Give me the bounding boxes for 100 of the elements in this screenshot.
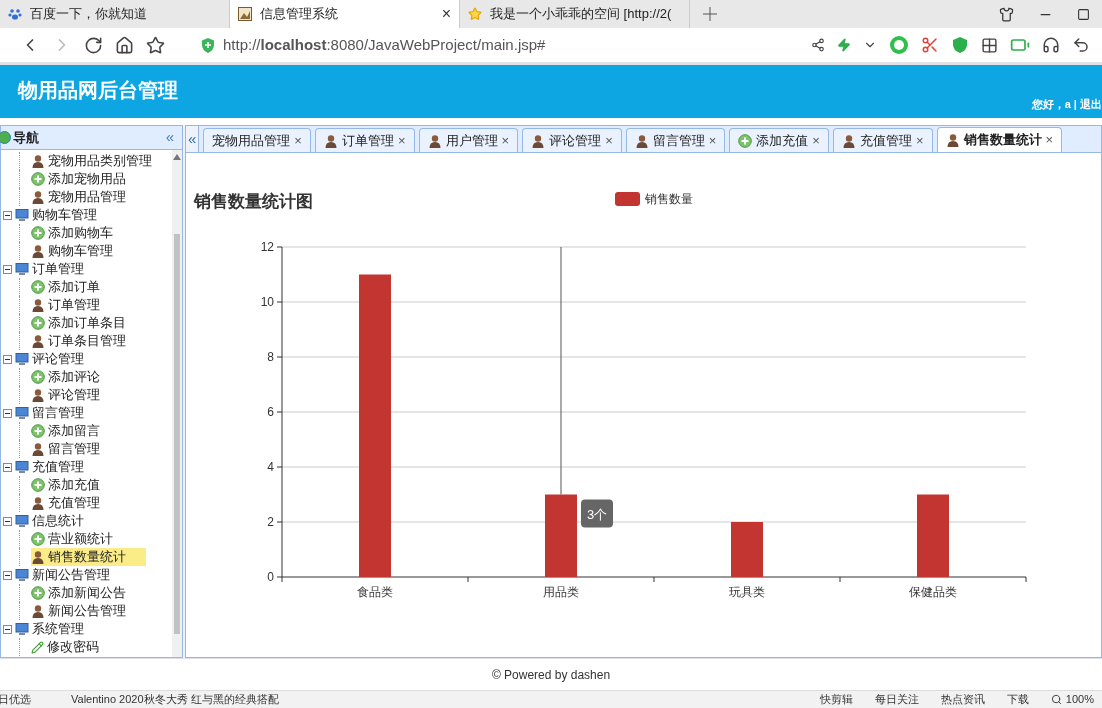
close-icon[interactable]: × [812,130,820,151]
tree-group-label: 新闻公告管理 [32,566,110,585]
tree-group-label: 购物车管理 [32,206,97,225]
tree-item[interactable]: 添加新闻公告 [31,584,146,602]
close-icon[interactable]: × [915,130,924,151]
close-icon[interactable]: × [294,130,302,151]
status-link[interactable]: 快剪辑 [819,691,853,708]
collapse-icon[interactable]: « [165,126,174,149]
tree-item[interactable]: 订单管理 [31,296,120,314]
collapse-toggle-icon[interactable] [3,408,12,418]
paw-icon [8,7,22,21]
tree-item[interactable]: 添加订单 [31,278,120,296]
share-icon[interactable] [811,38,825,52]
status-link[interactable]: 日优选 [0,691,31,708]
bookmark-icon[interactable] [146,35,165,55]
browser-tab[interactable]: 信息管理系统 × [230,0,460,28]
tree-item[interactable]: 营业额统计 [31,530,133,548]
apps-icon[interactable] [981,36,998,54]
nav-title: 导航 [13,128,39,147]
x-tick-label: 食品类 [357,585,393,599]
maximize-icon[interactable] [1077,7,1090,21]
tooltip: 3个 [581,499,613,528]
person-icon [841,133,856,148]
tab[interactable]: 充值管理 × [832,128,933,152]
tree-group[interactable]: 信息统计 [1,512,172,530]
zoom-icon [1050,694,1062,705]
collapse-toggle-icon[interactable] [3,354,12,364]
scroll-left-icon[interactable]: « [186,126,200,152]
tab[interactable]: 用户管理 × [418,128,519,152]
scissors-icon[interactable] [921,36,939,54]
reload-icon[interactable] [84,35,103,55]
tree-item[interactable]: 新闻公告管理 [31,602,146,620]
tree-item[interactable]: 留言管理 [31,440,120,458]
person-icon [31,244,45,258]
tree-item[interactable]: 添加宠物用品 [31,170,146,188]
scroll-up-icon[interactable] [173,154,181,160]
tree-group-label: 充值管理 [32,458,84,477]
tree-item[interactable]: 宠物用品管理 [31,188,146,206]
tree-group[interactable]: 留言管理 [1,404,172,422]
y-tick-label: 10 [260,295,274,309]
star-icon [468,7,482,21]
tree-item[interactable]: 添加订单条目 [31,314,146,332]
zoom-level[interactable]: 100% [1065,691,1094,708]
close-icon[interactable]: × [441,2,451,26]
monitor-icon [15,568,29,582]
tree-group[interactable]: 系统管理 [1,620,172,638]
tree-item[interactable]: 添加留言 [31,422,120,440]
tab[interactable]: 订单管理 × [314,128,415,152]
skin-icon[interactable] [999,6,1014,22]
bar [731,522,763,577]
y-tick-label: 0 [267,570,274,584]
tree-group[interactable]: 新闻公告管理 [1,566,172,584]
tab[interactable]: 销售数量统计 × [936,127,1063,152]
collapse-toggle-icon[interactable] [3,570,12,580]
close-icon[interactable]: × [501,130,510,151]
tree-group[interactable]: 评论管理 [1,350,172,368]
x-tick-label: 用品类 [543,585,579,599]
tree-group[interactable]: 订单管理 [1,260,172,278]
status-link[interactable]: 每日关注 [874,691,919,708]
undo-icon[interactable] [1072,36,1090,54]
close-icon[interactable]: × [397,130,406,151]
close-icon[interactable]: × [1045,130,1054,150]
tree-item[interactable]: 修改密码 [31,638,119,656]
tree-item[interactable]: 销售数量统计 [31,548,146,566]
collapse-toggle-icon[interactable] [3,264,12,274]
tab[interactable]: 评论管理 × [522,128,622,152]
tab[interactable]: 添加充值 × [729,128,829,152]
tab[interactable]: 留言管理 × [625,128,726,152]
tree-item[interactable]: 评论管理 [31,386,120,404]
collapse-toggle-icon[interactable] [3,516,12,526]
chart-title: 销售数量统计图 [194,192,313,211]
tree-item[interactable]: 添加购物车 [31,224,133,242]
scrollbar[interactable] [172,150,182,657]
tree-item[interactable]: 添加充值 [31,476,120,494]
headphones-icon[interactable] [1042,36,1060,54]
y-tick-label: 8 [267,350,274,364]
close-icon[interactable]: × [708,130,717,151]
status-link[interactable]: 下载 [1006,691,1029,708]
collapse-toggle-icon[interactable] [3,624,12,634]
tree-group[interactable]: 充值管理 [1,458,172,476]
person-icon [427,133,442,148]
tree-item[interactable]: 订单条目管理 [31,332,146,350]
person-icon [531,133,546,148]
tree-group[interactable]: 购物车管理 [1,206,172,224]
tree-item[interactable]: 充值管理 [31,494,120,512]
person-icon [31,388,45,402]
add-icon [31,316,45,330]
lightning-icon[interactable] [837,38,851,52]
tree-item[interactable]: 购物车管理 [31,242,133,260]
status-link[interactable]: Valentino 2020秋冬大秀 红与黑的经典搭配 [71,691,279,708]
collapse-toggle-icon[interactable] [3,210,12,220]
y-tick-label: 12 [260,240,274,254]
home-icon[interactable] [115,35,134,55]
tree-item[interactable]: 添加评论 [31,368,120,386]
status-link[interactable]: 热点资讯 [940,691,985,708]
tree-item[interactable]: 宠物用品类别管理 [31,152,172,170]
close-icon[interactable]: × [605,130,613,151]
tab[interactable]: 宠物用品管理 × [203,128,311,152]
collapse-toggle-icon[interactable] [3,462,12,472]
address-field[interactable]: http://localhost:8080/JavaWebProject/main.jsp# [201,31,799,59]
